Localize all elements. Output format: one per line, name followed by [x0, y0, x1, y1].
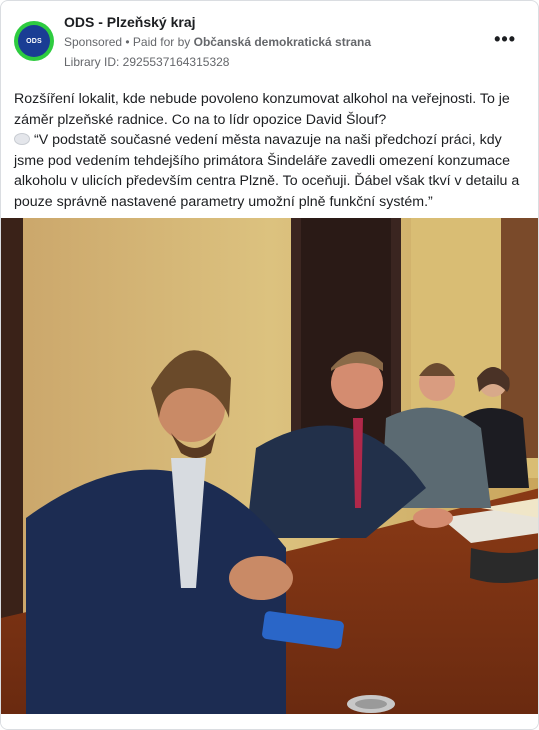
page-name[interactable]: ODS - Plzeňský kraj	[64, 14, 196, 30]
sponsored-label: Sponsored	[64, 35, 123, 49]
post-footer	[1, 714, 538, 729]
paid-for-prefix: • Paid for by	[125, 35, 191, 49]
more-options-icon[interactable]: •••	[494, 29, 516, 50]
ods-logo: ODS	[18, 25, 50, 57]
library-id: Library ID: 2925537164315328	[64, 55, 230, 69]
post-header: ODS ODS - Plzeňský kraj Sponsored • Paid…	[1, 1, 538, 79]
post-paragraph-1: Rozšíření lokalit, kde nebude povoleno k…	[14, 91, 510, 128]
sponsored-line: Sponsored • Paid for by Občanská demokra…	[64, 35, 371, 49]
ad-card: ODS ODS - Plzeňský kraj Sponsored • Paid…	[0, 0, 539, 730]
speech-balloon-icon	[14, 133, 30, 145]
post-image[interactable]	[1, 218, 538, 714]
post-paragraph-2: “V podstatě současné vedení města navazu…	[14, 130, 529, 212]
paid-for-by: Občanská demokratická strana	[193, 35, 372, 49]
post-text: Rozšíření lokalit, kde nebude povoleno k…	[14, 89, 529, 212]
quote-text: “V podstatě současné vedení města navazu…	[14, 132, 520, 210]
meeting-photo	[1, 218, 538, 714]
page-avatar[interactable]: ODS	[14, 21, 54, 61]
avatar-text: ODS	[26, 37, 42, 45]
